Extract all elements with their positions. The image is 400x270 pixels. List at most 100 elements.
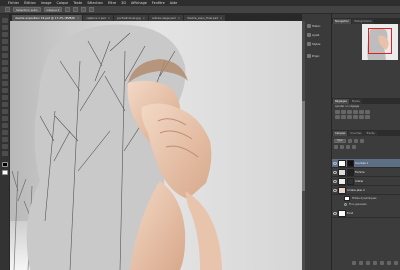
layer-row[interactable]: Arrière-plan 2 <box>332 186 400 195</box>
adjustments-panel-button[interactable]: Ajust. <box>307 31 331 38</box>
menu-select[interactable]: Sélection <box>87 1 103 5</box>
tab-paths[interactable]: Tracés <box>364 131 377 136</box>
marquee-icon[interactable] <box>2 25 8 30</box>
exposure-icon[interactable] <box>353 110 358 114</box>
vibrance-icon[interactable] <box>359 110 364 114</box>
stamp-icon[interactable] <box>2 74 8 79</box>
layer-kind-filter[interactable]: Type <box>334 138 346 143</box>
styles-panel-button[interactable]: Styles <box>307 40 331 47</box>
close-icon[interactable]: × <box>77 16 79 20</box>
tab-styles[interactable]: Styles <box>349 99 362 104</box>
new-layer-icon[interactable] <box>387 261 391 265</box>
menu-layer[interactable]: Calque <box>56 1 68 5</box>
options-bar: Sélection auto Calque ▾ <box>0 6 400 14</box>
mask-icon[interactable] <box>366 261 370 265</box>
curves-icon[interactable] <box>347 110 352 114</box>
color-balance-icon[interactable] <box>335 115 340 119</box>
align-left-icon[interactable] <box>65 7 71 12</box>
history-brush-icon[interactable] <box>2 81 8 86</box>
layer-row[interactable]: Fond <box>332 209 400 218</box>
align-right-icon[interactable] <box>81 7 87 12</box>
tab-adjustments[interactable]: Réglages <box>333 99 349 104</box>
fx-icon[interactable] <box>359 261 363 265</box>
document-canvas[interactable] <box>10 21 302 270</box>
filter-pixel-icon[interactable] <box>347 138 352 143</box>
gradient-map-icon[interactable] <box>365 115 370 119</box>
layer-row[interactable]: Femme <box>332 168 400 177</box>
background-color-swatch[interactable] <box>2 170 8 175</box>
foreground-color-swatch[interactable] <box>2 162 8 167</box>
distribute-icon[interactable] <box>89 7 95 12</box>
blur-icon[interactable] <box>2 102 8 107</box>
visibility-eye-icon[interactable] <box>333 179 337 183</box>
eraser-icon[interactable] <box>2 88 8 93</box>
lock-all-icon[interactable] <box>352 145 356 149</box>
menu-3d[interactable]: 3D <box>121 1 126 5</box>
hue-icon[interactable] <box>365 110 370 114</box>
layer-row[interactable]: Courbes 1 <box>332 159 400 168</box>
navigator-preview[interactable] <box>362 24 398 60</box>
shape-icon[interactable] <box>2 137 8 142</box>
properties-panel-button[interactable]: Propr. <box>307 52 331 59</box>
menu-image[interactable]: Image <box>41 1 52 5</box>
quick-select-icon[interactable] <box>2 39 8 44</box>
crop-icon[interactable] <box>2 46 8 51</box>
menu-edit[interactable]: Édition <box>24 1 36 5</box>
close-icon[interactable]: × <box>108 16 110 20</box>
tab-navigator[interactable]: Navigation <box>333 19 351 24</box>
auto-select-toggle[interactable]: Sélection auto <box>13 7 41 12</box>
visibility-eye-icon[interactable] <box>333 170 337 174</box>
smart-filter-item[interactable]: Flou gaussien <box>344 201 400 207</box>
photo-filter-icon[interactable] <box>347 115 352 119</box>
menu-window[interactable]: Fenêtre <box>152 1 165 5</box>
visibility-eye-icon[interactable] <box>333 188 337 192</box>
menu-help[interactable]: Aide <box>170 1 178 5</box>
lock-pixels-icon[interactable] <box>340 145 344 149</box>
close-icon[interactable]: × <box>143 16 145 20</box>
lock-position-icon[interactable] <box>346 145 350 149</box>
properties-panel-label: Propr. <box>312 53 320 58</box>
move-icon[interactable] <box>2 18 8 23</box>
trash-icon[interactable] <box>394 261 398 265</box>
invert-icon[interactable] <box>359 115 364 119</box>
navigator-view-frame[interactable] <box>368 28 392 54</box>
menu-filter[interactable]: Filtre <box>108 1 116 5</box>
eyedropper-icon[interactable] <box>2 53 8 58</box>
align-center-icon[interactable] <box>73 7 79 12</box>
pen-icon[interactable] <box>2 116 8 121</box>
menu-type[interactable]: Texte <box>73 1 82 5</box>
filter-type-icon[interactable] <box>359 138 364 143</box>
brightness-icon[interactable] <box>335 110 340 114</box>
filter-options-icon[interactable] <box>344 202 347 206</box>
brush-icon[interactable] <box>2 67 8 72</box>
close-icon[interactable]: × <box>220 16 222 20</box>
black-white-icon[interactable] <box>341 115 346 119</box>
levels-icon[interactable] <box>341 110 346 114</box>
lasso-icon[interactable] <box>2 32 8 37</box>
menu-view[interactable]: Affichage <box>131 1 147 5</box>
target-dropdown[interactable]: Calque ▾ <box>43 7 63 12</box>
history-panel-button[interactable]: Histor. <box>307 22 331 29</box>
adjustment-layer-icon[interactable] <box>373 261 377 265</box>
visibility-eye-icon[interactable] <box>333 211 337 215</box>
link-icon[interactable] <box>352 261 356 265</box>
lock-transparency-icon[interactable] <box>334 145 338 149</box>
menu-file[interactable]: Fichier <box>8 1 19 5</box>
folder-icon[interactable] <box>380 261 384 265</box>
gradient-icon[interactable] <box>2 95 8 100</box>
close-icon[interactable]: × <box>178 16 180 20</box>
zoom-icon[interactable] <box>2 151 8 156</box>
text-icon[interactable] <box>2 123 8 128</box>
healing-icon[interactable] <box>2 60 8 65</box>
visibility-eye-icon[interactable] <box>333 161 337 165</box>
tab-channels[interactable]: Couches <box>348 131 364 136</box>
channel-mixer-icon[interactable] <box>353 115 358 119</box>
move-tool-icon[interactable] <box>5 7 10 12</box>
tab-layers[interactable]: Calques <box>333 131 348 136</box>
adjustments-icon <box>307 32 311 37</box>
hand-icon[interactable] <box>2 144 8 149</box>
layer-row[interactable]: Arbres <box>332 177 400 186</box>
dodge-icon[interactable] <box>2 109 8 114</box>
filter-adjust-icon[interactable] <box>353 138 358 143</box>
path-select-icon[interactable] <box>2 130 8 135</box>
